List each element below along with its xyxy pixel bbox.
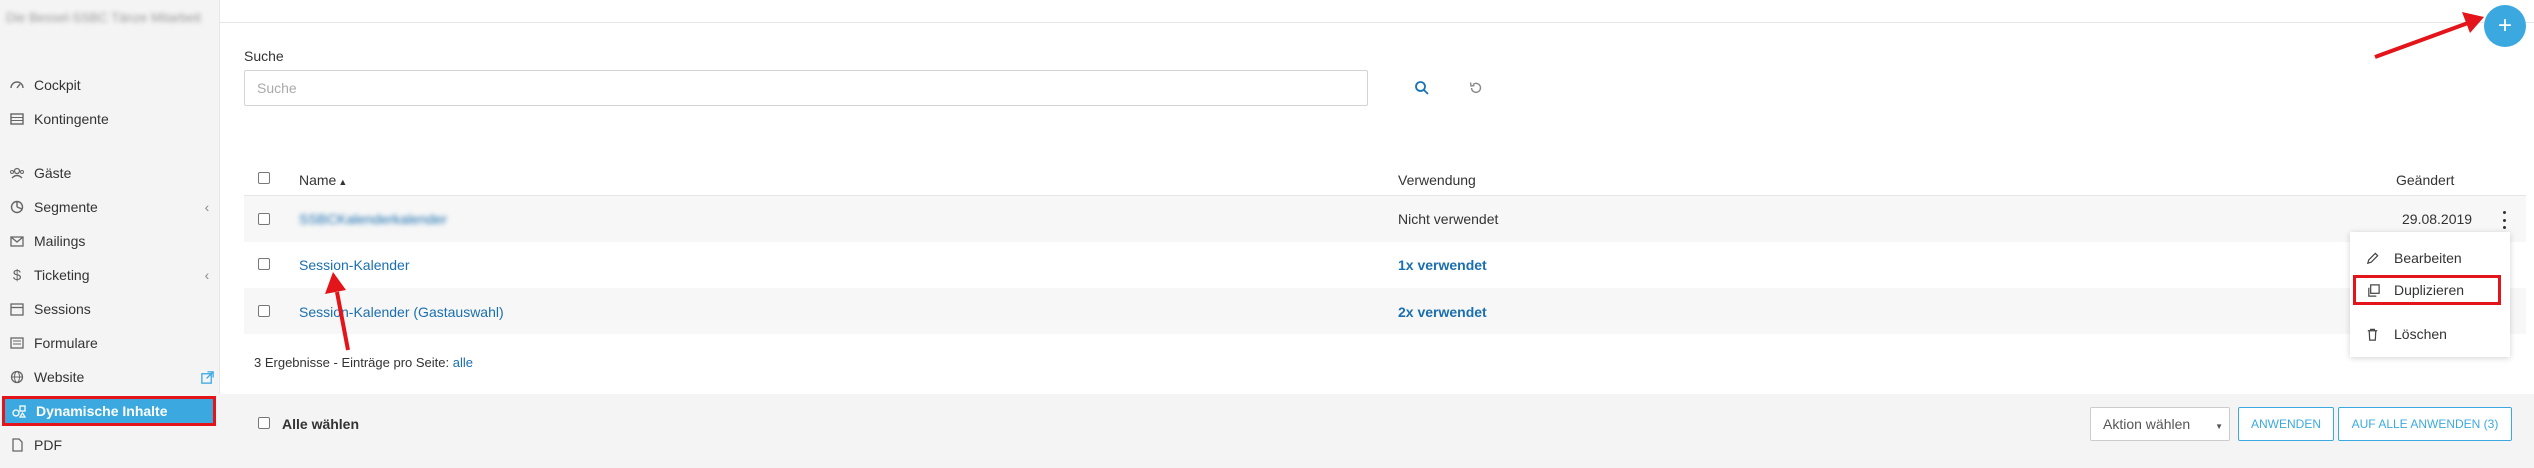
add-button[interactable]: + (2484, 5, 2526, 47)
apply-all-button[interactable]: AUF ALLE ANWENDEN (3) (2338, 407, 2512, 441)
sidebar: Die Bessel-SSBC Tänze Mitarbeit Cockpit … (0, 0, 220, 468)
search-input[interactable] (244, 70, 1368, 106)
menu-item-edit[interactable]: Bearbeiten (2350, 243, 2510, 273)
menu-item-delete[interactable]: Löschen (2350, 319, 2510, 349)
search-icon[interactable] (1410, 76, 1434, 100)
sidebar-item-mailings[interactable]: Mailings (0, 226, 219, 256)
table-row: SSBCKalenderkalender Nicht verwendet 29.… (244, 196, 2526, 242)
row-checkbox[interactable] (258, 213, 270, 225)
select-all-label[interactable]: Alle wählen (282, 416, 359, 432)
row-checkbox[interactable] (258, 305, 270, 317)
sidebar-item-label: Ticketing (34, 267, 90, 283)
row-context-menu: Bearbeiten Duplizieren Löschen (2350, 232, 2510, 357)
sidebar-item-kontingente[interactable]: Kontingente (0, 104, 219, 134)
sidebar-item-cockpit[interactable]: Cockpit (0, 70, 219, 100)
select-all-rows-checkbox[interactable] (258, 172, 270, 184)
row-usage: Nicht verwendet (1398, 211, 1499, 227)
mailings-icon (0, 233, 34, 249)
search-label: Suche (244, 48, 284, 64)
menu-item-duplicate[interactable]: Duplizieren (2353, 275, 2501, 305)
copy-icon (2353, 283, 2394, 298)
sidebar-item-label: Formulare (34, 335, 98, 351)
sidebar-item-label: Cockpit (34, 77, 81, 93)
pencil-icon (2350, 251, 2394, 266)
sidebar-account-name: Die Bessel-SSBC Tänze Mitarbeit (6, 10, 201, 25)
sidebar-item-website[interactable]: Website (0, 362, 219, 392)
top-divider (219, 22, 2534, 23)
select-all-checkbox[interactable] (258, 417, 270, 429)
row-usage-link[interactable]: 1x verwendet (1398, 257, 1487, 273)
row-changed-date: 29.08.2019 (2402, 211, 2473, 227)
column-header-name[interactable]: Name ▲ (299, 172, 347, 188)
row-checkbox[interactable] (258, 258, 270, 270)
caret-down-icon: ▼ (2215, 422, 2223, 431)
sidebar-item-pdf[interactable]: PDF (0, 430, 219, 460)
sidebar-item-label: Dynamische Inhalte (36, 403, 168, 419)
column-header-usage: Verwendung (1398, 172, 1476, 188)
dynamic-content-icon (2, 403, 36, 419)
sidebar-item-label: PDF (34, 437, 62, 453)
per-page-all-link[interactable]: alle (453, 355, 473, 370)
reset-icon[interactable] (1464, 76, 1488, 100)
column-header-changed: Geändert (2396, 172, 2455, 188)
annotation-arrow-fab (2374, 12, 2484, 59)
table-row: Session-Kalender 1x verwendet (244, 242, 2526, 288)
sidebar-item-sessions[interactable]: Sessions (0, 294, 219, 324)
pdf-icon (0, 437, 34, 453)
external-link-icon[interactable] (195, 370, 219, 385)
chevron-left-icon: ‹ (204, 199, 210, 215)
sidebar-item-dynamische-inhalte[interactable]: Dynamische Inhalte (2, 396, 216, 426)
apply-button[interactable]: ANWENDEN (2238, 407, 2334, 441)
sidebar-item-label: Website (34, 369, 85, 385)
sidebar-item-label: Mailings (34, 233, 86, 249)
grid-icon (0, 111, 34, 127)
sidebar-item-label: Sessions (34, 301, 91, 317)
trash-icon (2350, 327, 2394, 342)
segments-icon (0, 199, 34, 215)
sidebar-item-label: Gäste (34, 165, 72, 181)
calendar-icon (0, 301, 34, 317)
globe-icon (0, 369, 34, 385)
sidebar-item-label: Segmente (34, 199, 98, 215)
form-icon (0, 335, 34, 351)
sidebar-item-formulare[interactable]: Formulare (0, 328, 219, 358)
sort-asc-icon: ▲ (338, 177, 348, 187)
row-name-link[interactable]: Session-Kalender (Gastauswahl) (299, 304, 504, 320)
table-row: Session-Kalender (Gastauswahl) 2x verwen… (244, 288, 2526, 334)
row-name-link[interactable]: Session-Kalender (299, 257, 410, 273)
results-summary: 3 Ergebnisse - Einträge pro Seite: alle (254, 355, 473, 370)
row-usage-link[interactable]: 2x verwendet (1398, 304, 1487, 320)
sidebar-item-segmente[interactable]: Segmente ‹ (0, 192, 219, 222)
users-icon (0, 165, 34, 181)
dollar-icon: $ (12, 266, 22, 284)
chevron-left-icon: ‹ (204, 267, 210, 283)
row-actions-kebab-icon[interactable] (2500, 211, 2508, 229)
sidebar-item-gaeste[interactable]: Gäste (0, 158, 219, 188)
sidebar-item-ticketing[interactable]: $ Ticketing ‹ (0, 260, 219, 290)
gauge-icon (0, 77, 34, 93)
row-name-link[interactable]: SSBCKalenderkalender (299, 211, 447, 227)
sidebar-item-label: Kontingente (34, 111, 109, 127)
action-select[interactable]: Aktion wählen ▼ (2090, 407, 2230, 441)
